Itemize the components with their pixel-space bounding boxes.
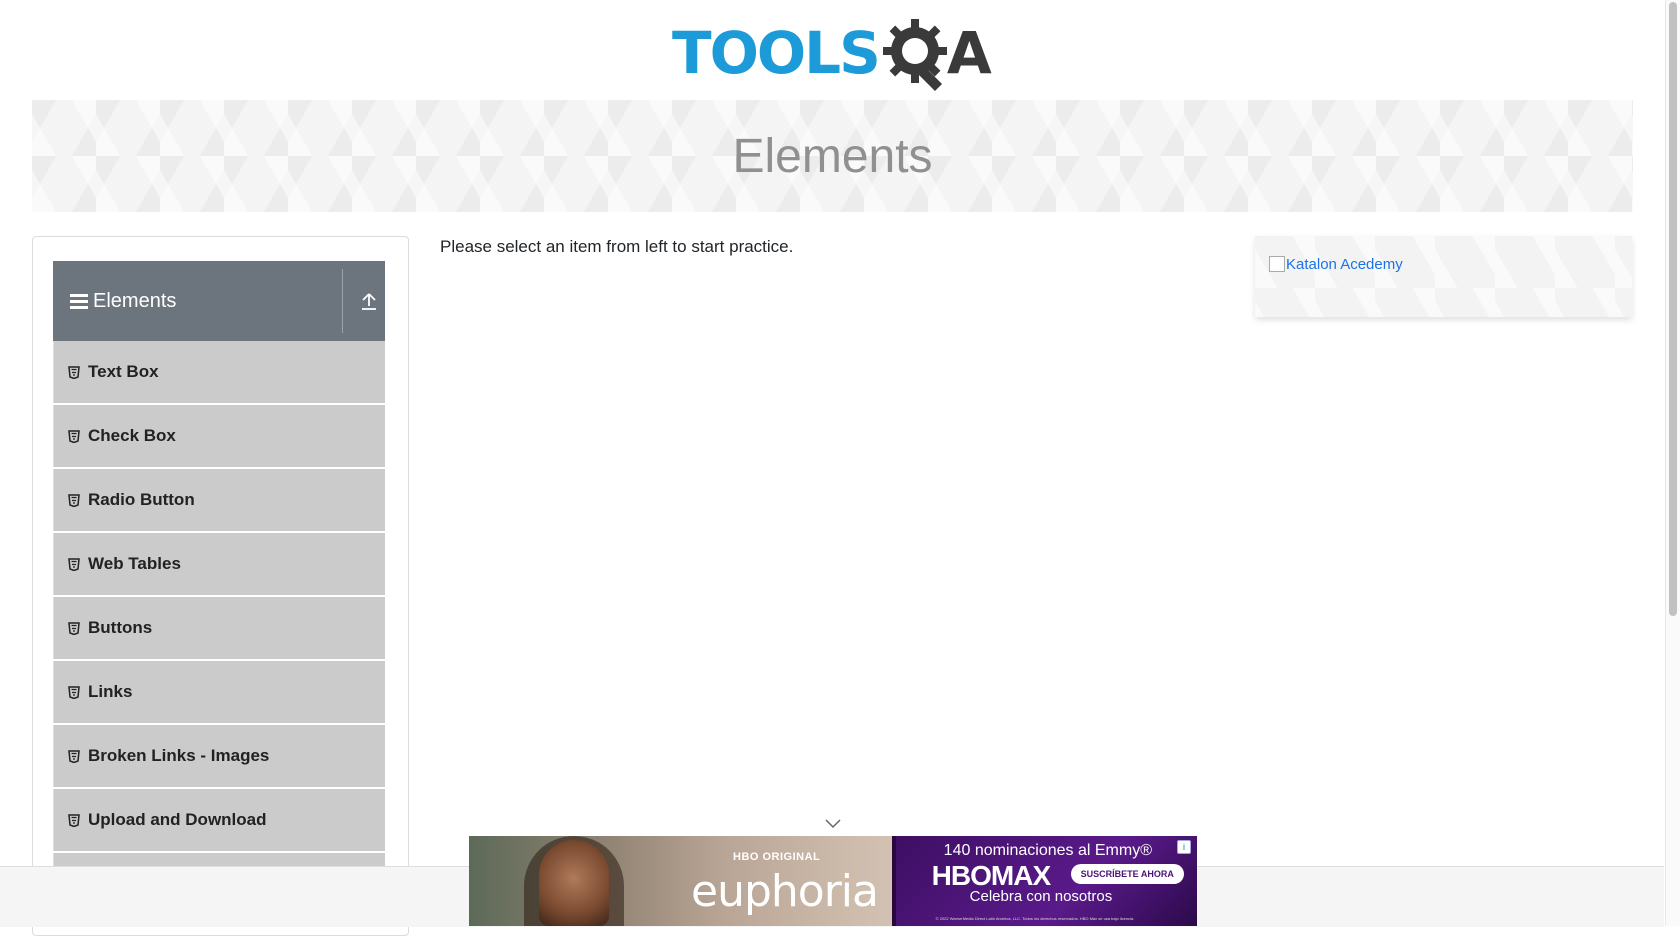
header-divider <box>342 269 343 333</box>
menu-item-label: Check Box <box>88 426 176 445</box>
show-title: euphoria <box>691 866 879 917</box>
html5-icon <box>68 685 80 699</box>
logo-text-tools: TOOLS <box>672 19 881 87</box>
menu-item-label: Web Tables <box>88 554 181 573</box>
menu-item-web-tables[interactable]: Web Tables <box>53 533 385 595</box>
katalon-ad-box: Katalon Acedemy <box>1255 236 1632 317</box>
hamburger-icon <box>70 293 88 309</box>
html5-icon <box>68 429 80 443</box>
elements-group-header[interactable]: Elements <box>53 261 385 341</box>
broken-image-icon <box>1269 256 1285 272</box>
menu-item-broken-links[interactable]: Broken Links - Images <box>53 725 385 787</box>
menu-item-label: Upload and Download <box>88 810 267 829</box>
hbo-original-label: HBO ORIGINAL <box>733 851 821 863</box>
toolsqa-logo[interactable]: TOOLS A <box>672 16 996 92</box>
image-alt-text: Katalon Acedemy <box>1286 256 1403 273</box>
gear-magnifier-icon <box>882 19 947 92</box>
hbo-video-ad[interactable]: HBO ORIGINAL euphoria 140 nominaciones a… <box>469 836 1197 926</box>
scrollbar-thumb[interactable] <box>1669 2 1677 616</box>
instructions-text: Please select an item from left to start… <box>440 237 794 256</box>
menu-item-label: Radio Button <box>88 490 195 509</box>
hbomax-ad-panel: 140 nominaciones al Emmy® HBOMAX SUSCRÍB… <box>891 836 1197 926</box>
subscribe-button[interactable]: SUSCRÍBETE AHORA <box>1070 864 1184 884</box>
html5-icon <box>68 749 80 763</box>
elements-menu-list: Text Box Check Box Radio Button Web Tabl… <box>53 341 385 917</box>
tagline-text: Celebra con nosotros <box>969 888 1113 905</box>
group-title: Elements <box>93 289 177 312</box>
menu-item-text-box[interactable]: Text Box <box>53 341 385 403</box>
html5-icon <box>68 493 80 507</box>
html5-icon <box>68 557 80 571</box>
html5-icon <box>68 621 80 635</box>
html5-icon <box>68 813 80 827</box>
html5-icon <box>68 365 80 379</box>
menu-item-upload-download[interactable]: Upload and Download <box>53 789 385 851</box>
menu-item-label: Links <box>88 682 133 701</box>
collapse-up-icon[interactable] <box>361 291 377 311</box>
legal-text: © 2022 WarnerMedia Direct Latin America,… <box>935 916 1135 921</box>
ad-info-icon[interactable]: i <box>1177 840 1191 854</box>
menu-item-label: Broken Links - Images <box>88 746 270 765</box>
nominations-text: 140 nominaciones al Emmy® <box>943 842 1152 859</box>
page-title: Elements <box>732 129 933 183</box>
menu-item-label: Text Box <box>88 362 159 381</box>
ad-photo-face <box>539 840 609 926</box>
menu-item-buttons[interactable]: Buttons <box>53 597 385 659</box>
katalon-academy-link[interactable]: Katalon Acedemy <box>1269 256 1403 273</box>
left-sidebar-panel: Elements Text Box Check Box Radio Button… <box>32 236 409 936</box>
page-header-banner: Elements <box>32 100 1633 212</box>
euphoria-ad-image: HBO ORIGINAL euphoria <box>469 836 892 926</box>
menu-item-radio-button[interactable]: Radio Button <box>53 469 385 531</box>
chevron-down-icon[interactable] <box>824 818 842 830</box>
logo-text-a: A <box>946 19 992 87</box>
menu-item-label: Buttons <box>88 618 153 637</box>
menu-item-links[interactable]: Links <box>53 661 385 723</box>
menu-item-check-box[interactable]: Check Box <box>53 405 385 467</box>
